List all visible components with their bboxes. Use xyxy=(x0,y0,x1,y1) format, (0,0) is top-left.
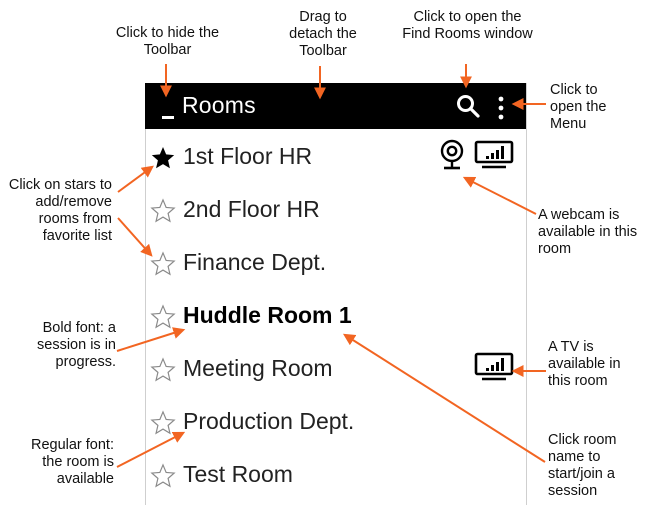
room-name[interactable]: Production Dept. xyxy=(183,408,354,435)
room-name[interactable]: 2nd Floor HR xyxy=(183,196,320,223)
room-name[interactable]: 1st Floor HR xyxy=(183,143,312,170)
room-item[interactable]: Meeting Room xyxy=(150,352,520,397)
toolbar[interactable]: Rooms xyxy=(145,83,526,129)
minimize-icon[interactable] xyxy=(162,116,174,119)
more-vert-icon[interactable] xyxy=(491,95,511,121)
callout-detach-toolbar: Drag to detach the Toolbar xyxy=(289,9,357,59)
callout-tv: A TV is available in this room xyxy=(548,339,621,389)
room-name[interactable]: Huddle Room 1 xyxy=(183,302,352,329)
room-item[interactable]: Huddle Room 1 xyxy=(150,302,520,344)
star-filled-icon[interactable] xyxy=(150,145,176,171)
room-item[interactable]: Test Room xyxy=(150,461,520,503)
room-item[interactable]: Finance Dept. xyxy=(150,249,520,291)
room-item[interactable]: 2nd Floor HR xyxy=(150,196,520,238)
star-outline-icon[interactable] xyxy=(150,198,176,224)
callout-webcam: A webcam is available in this room xyxy=(538,207,638,257)
toolbar-title: Rooms xyxy=(182,92,256,118)
star-outline-icon[interactable] xyxy=(150,410,176,436)
callout-stars: Click on stars to add/remove rooms from … xyxy=(8,177,112,244)
star-outline-icon[interactable] xyxy=(150,357,176,383)
star-outline-icon[interactable] xyxy=(150,463,176,489)
room-item[interactable]: Production Dept. xyxy=(150,408,520,450)
callout-open-menu: Click to open the Menu xyxy=(550,82,607,132)
room-name[interactable]: Finance Dept. xyxy=(183,249,326,276)
callout-find-rooms: Click to open the Find Rooms window xyxy=(402,9,533,42)
star-outline-icon[interactable] xyxy=(150,251,176,277)
tv-icon xyxy=(474,352,514,381)
room-item[interactable]: 1st Floor HR xyxy=(150,139,520,185)
room-name[interactable]: Meeting Room xyxy=(183,355,333,382)
search-icon[interactable] xyxy=(455,93,481,119)
callout-room-name: Click room name to start/join a session xyxy=(548,432,617,499)
tv-icon xyxy=(474,140,514,169)
callout-bold-font: Bold font: a session is in progress. xyxy=(37,320,116,370)
room-name[interactable]: Test Room xyxy=(183,461,293,488)
callout-hide-toolbar: Click to hide the Toolbar xyxy=(115,25,220,58)
callout-regular-font: Regular font: the room is available xyxy=(30,437,114,487)
star-outline-icon[interactable] xyxy=(150,304,176,330)
webcam-icon xyxy=(440,139,464,170)
